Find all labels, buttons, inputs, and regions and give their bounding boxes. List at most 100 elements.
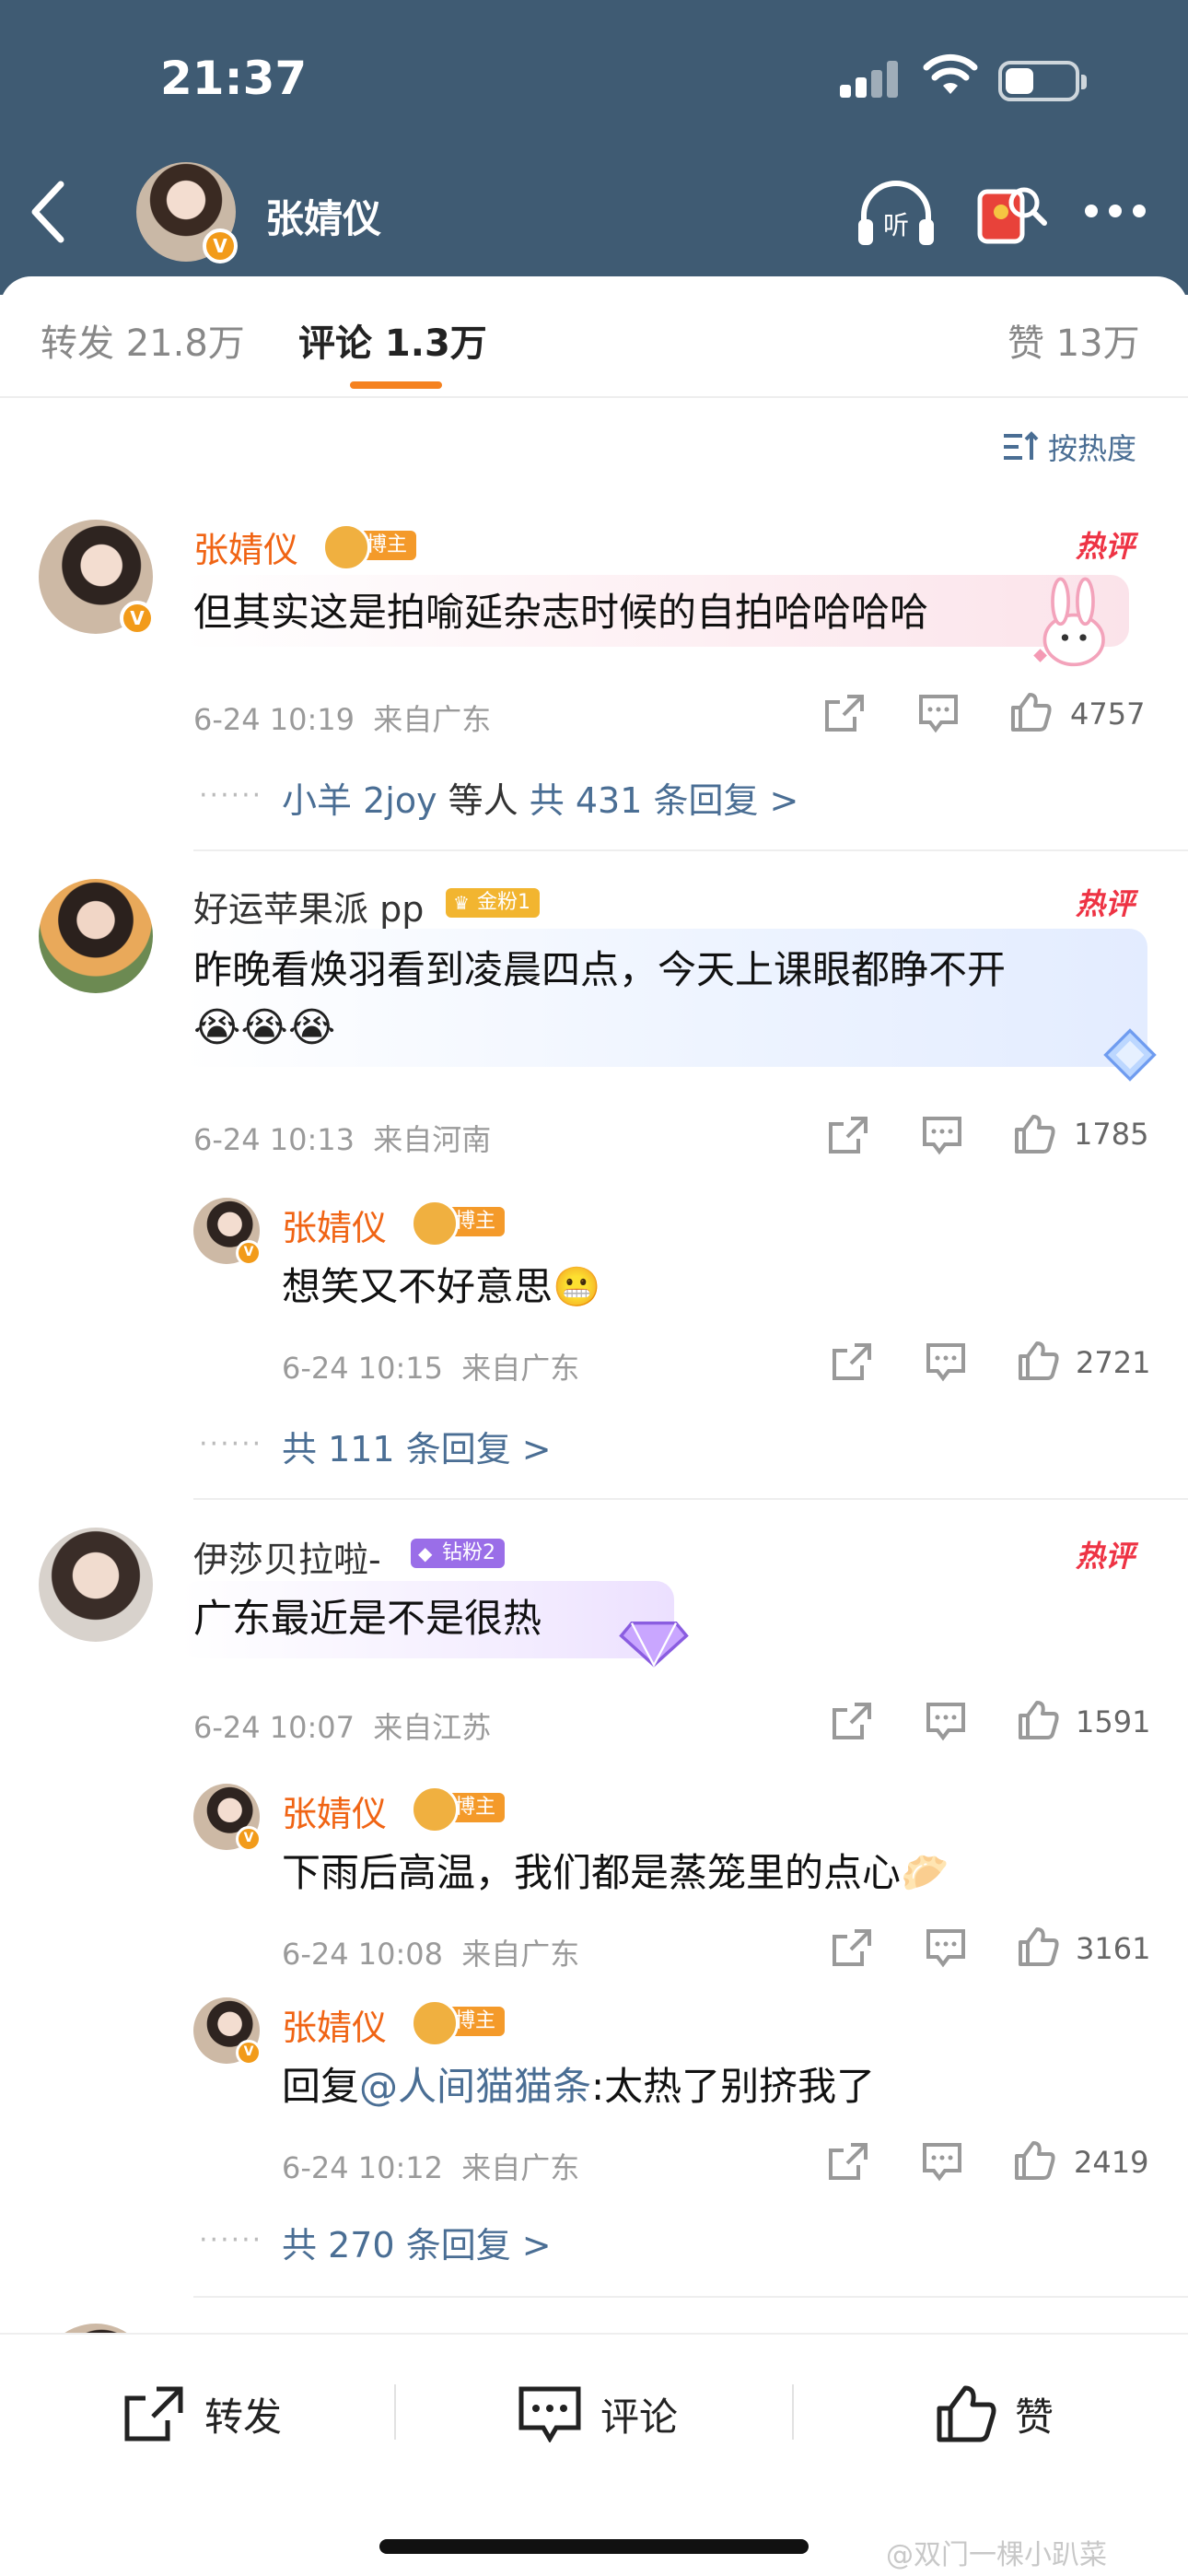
comment-label: 评论 bbox=[600, 2394, 679, 2440]
repost-button[interactable]: 转发 bbox=[122, 2381, 282, 2447]
reply-users-suffix: 等人 bbox=[448, 780, 518, 821]
bar-divider bbox=[792, 2384, 794, 2440]
comment-text: 昨晚看焕羽看到凌晨四点，今天上课眼都睁不开 bbox=[193, 947, 1007, 992]
reply-username[interactable]: 张婧仪 bbox=[282, 1999, 387, 2050]
wifi-icon bbox=[923, 53, 978, 94]
svg-text:听: 听 bbox=[883, 210, 909, 240]
like-count: 1785 bbox=[1074, 1117, 1149, 1152]
mention-link[interactable]: @人间猫猫条 bbox=[359, 2064, 591, 2109]
comment-username[interactable]: 伊莎贝拉啦- bbox=[193, 1531, 381, 1582]
reply-username[interactable]: 张婧仪 bbox=[282, 1200, 387, 1250]
like-icon[interactable] bbox=[1017, 1926, 1059, 1966]
bar-divider bbox=[394, 2384, 396, 2440]
like-icon[interactable] bbox=[1009, 691, 1052, 732]
reply-text-body: :太热了别挤我了 bbox=[591, 2064, 876, 2109]
like-icon[interactable] bbox=[1013, 1113, 1055, 1153]
share-icon[interactable] bbox=[831, 1701, 873, 1741]
thread-dots: ······ bbox=[199, 2224, 263, 2256]
comment-text: 广东最近是不是很热 bbox=[193, 1596, 542, 1641]
tab-bar: 转发 21.8万 评论 1.3万 赞 13万 bbox=[0, 276, 1188, 396]
like-icon[interactable] bbox=[1013, 2139, 1055, 2180]
blogger-badge: 博主 bbox=[410, 1786, 506, 1833]
share-icon[interactable] bbox=[831, 1927, 873, 1968]
share-icon[interactable] bbox=[831, 1341, 873, 1382]
view-replies-link[interactable]: 共 111 条回复 > bbox=[282, 1421, 552, 1471]
comment-username[interactable]: 好运苹果派 pp bbox=[193, 881, 424, 931]
comment-location: 来自河南 bbox=[373, 1122, 492, 1157]
active-tab-indicator bbox=[350, 381, 442, 389]
comment-location: 来自广东 bbox=[373, 702, 492, 737]
home-indicator bbox=[379, 2539, 809, 2554]
cellular-signal-icon bbox=[840, 61, 899, 98]
like-count: 2419 bbox=[1074, 2145, 1149, 2180]
share-icon[interactable] bbox=[823, 693, 866, 733]
reply-text: 下雨后高温，我们都是蒸笼里的点心🥟 bbox=[282, 1844, 949, 1902]
reply-count: 共 431 条回复 > bbox=[529, 780, 799, 821]
like-icon[interactable] bbox=[1017, 1699, 1059, 1739]
listen-headphones-icon[interactable]: 听 bbox=[856, 179, 936, 249]
reply-location: 来自广东 bbox=[461, 2150, 580, 2185]
share-icon[interactable] bbox=[827, 1115, 869, 1155]
reply-icon[interactable] bbox=[925, 1341, 967, 1382]
repost-label: 转发 bbox=[204, 2394, 283, 2440]
reply-text-body: 下雨后高温，我们都是蒸笼里的点心 bbox=[282, 1850, 902, 1895]
red-envelope-search-icon[interactable] bbox=[976, 175, 1048, 247]
reply-icon[interactable] bbox=[917, 693, 960, 733]
like-button[interactable]: 赞 bbox=[936, 2381, 1054, 2447]
thread-dots: ······ bbox=[199, 779, 263, 812]
fan-level-badge: 金粉1 bbox=[446, 888, 540, 918]
reply-icon[interactable] bbox=[925, 1927, 967, 1968]
like-icon[interactable] bbox=[1017, 1340, 1059, 1380]
sort-by-hot-button[interactable]: 按热度 bbox=[1002, 424, 1136, 470]
reply-time: 6-24 10:08 bbox=[282, 1937, 444, 1972]
thread-dots: ······ bbox=[199, 1428, 263, 1460]
sort-label: 按热度 bbox=[1048, 431, 1137, 466]
like-thumb-icon bbox=[937, 2385, 996, 2442]
reply-location: 来自广东 bbox=[461, 1937, 580, 1972]
view-replies-link[interactable]: 共 270 条回复 > bbox=[282, 2217, 552, 2267]
reply-icon[interactable] bbox=[925, 1701, 967, 1741]
like-count: 3161 bbox=[1076, 1931, 1151, 1966]
reply-username[interactable]: 张婧仪 bbox=[282, 1786, 387, 1836]
avatar[interactable] bbox=[39, 1528, 153, 1642]
comment-username[interactable]: 张婧仪 bbox=[193, 521, 298, 572]
header-title: 张婧仪 bbox=[265, 196, 382, 241]
dumpling-emoji-icon: 🥟 bbox=[901, 1850, 949, 1895]
comment-meta: 6-24 10:07 来自江苏 bbox=[193, 1704, 491, 1747]
comment-button[interactable]: 评论 bbox=[518, 2381, 678, 2447]
repost-icon bbox=[124, 2386, 183, 2441]
blogger-badge: 博主 bbox=[321, 523, 417, 571]
reply-meta: 6-24 10:12 来自广东 bbox=[282, 2145, 579, 2187]
like-count: 1591 bbox=[1076, 1704, 1151, 1739]
blogger-badge: 博主 bbox=[410, 1200, 506, 1247]
share-icon[interactable] bbox=[827, 2141, 869, 2182]
avatar[interactable] bbox=[39, 879, 153, 993]
back-button[interactable] bbox=[20, 175, 76, 249]
hot-comment-label: 热评 bbox=[1076, 529, 1136, 564]
verified-badge-icon: V bbox=[236, 2040, 262, 2066]
reply-text-body: 想笑又不好意思 bbox=[282, 1264, 553, 1309]
verified-badge-icon: V bbox=[236, 1826, 262, 1852]
view-replies-link[interactable]: 小羊 2joy 等人 共 431 条回复 > bbox=[282, 772, 798, 823]
reply-meta: 6-24 10:15 来自广东 bbox=[282, 1345, 579, 1388]
status-time: 21:37 bbox=[160, 52, 308, 105]
comment-divider bbox=[193, 2296, 1188, 2298]
more-options-button[interactable] bbox=[1085, 203, 1149, 221]
hot-comment-label: 热评 bbox=[1076, 886, 1136, 921]
reply-users: 小羊 2joy bbox=[282, 780, 437, 821]
like-count: 2721 bbox=[1076, 1345, 1151, 1380]
comment-meta: 6-24 10:19 来自广东 bbox=[193, 697, 491, 739]
comment-time: 6-24 10:13 bbox=[193, 1122, 355, 1157]
comment-time: 6-24 10:19 bbox=[193, 702, 355, 737]
tab-comments[interactable]: 评论 1.3万 bbox=[298, 313, 487, 367]
reply-time: 6-24 10:15 bbox=[282, 1351, 444, 1386]
blogger-badge: 博主 bbox=[410, 1999, 506, 2047]
tab-likes[interactable]: 赞 13万 bbox=[1007, 313, 1140, 367]
grimace-emoji-icon: 😬 bbox=[553, 1264, 601, 1309]
gem-sticker-icon bbox=[619, 1622, 689, 1668]
reply-icon[interactable] bbox=[921, 1115, 963, 1155]
tab-repost[interactable]: 转发 21.8万 bbox=[41, 313, 245, 367]
comment-divider bbox=[193, 1498, 1188, 1500]
watermark: @双门一棵小趴菜 bbox=[886, 2539, 1107, 2571]
reply-icon[interactable] bbox=[921, 2141, 963, 2182]
